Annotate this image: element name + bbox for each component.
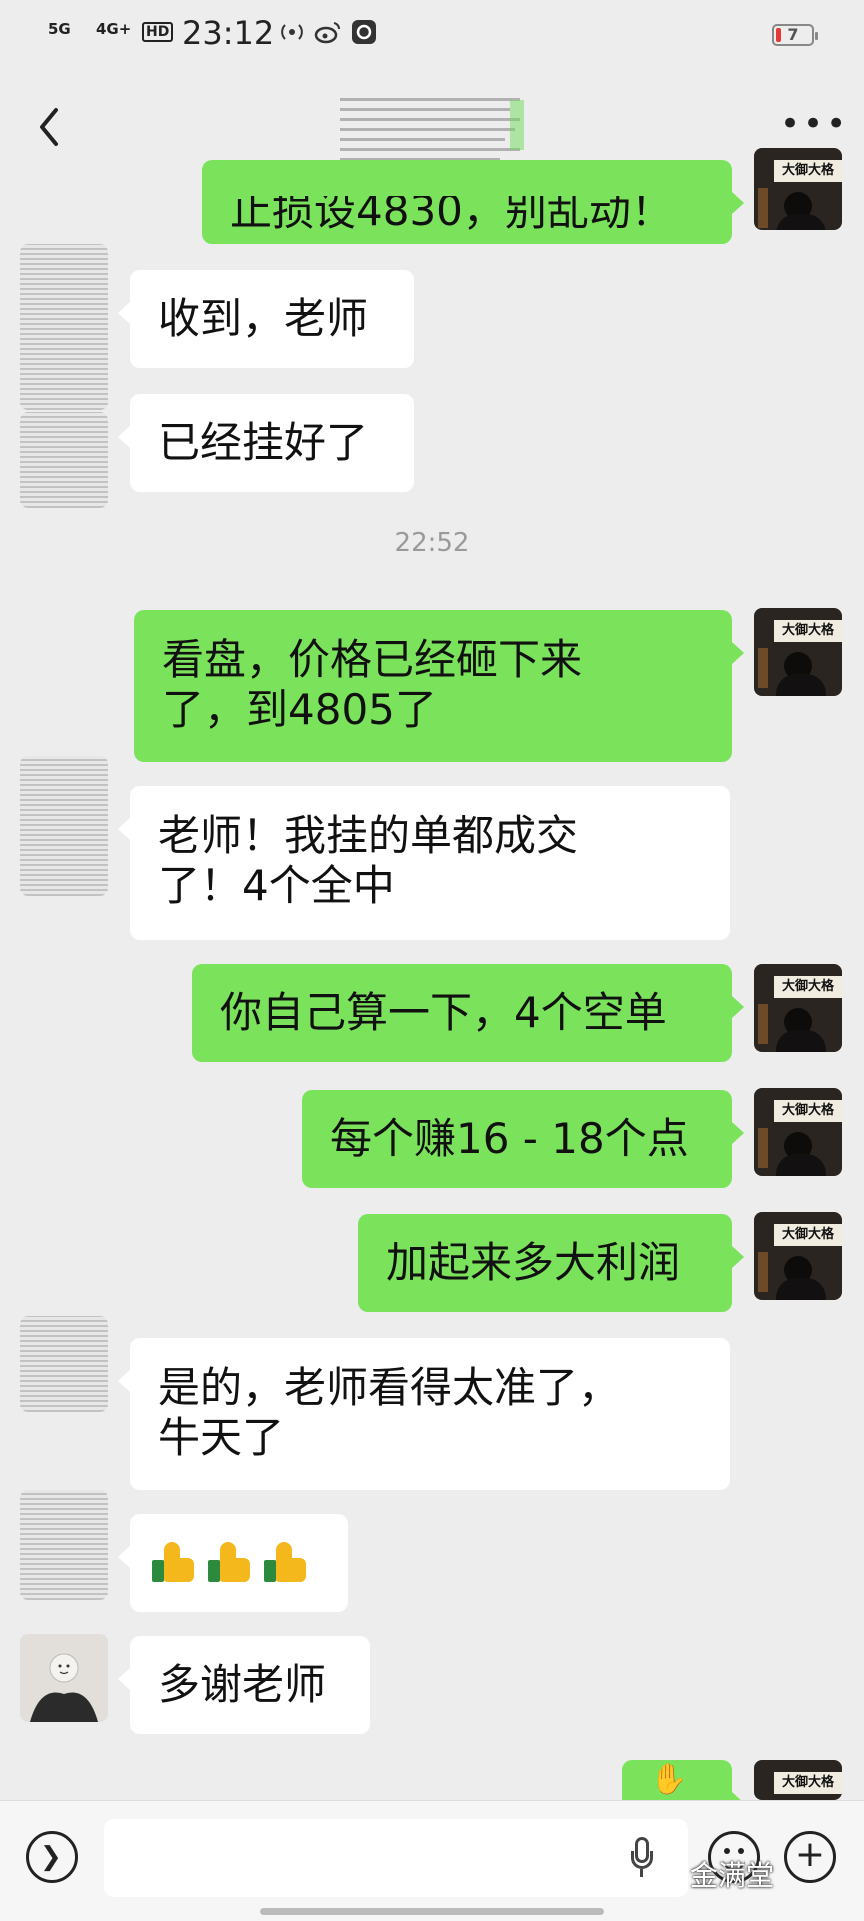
message-bubble-incoming[interactable]: 多谢老师: [118, 1636, 370, 1734]
message-bubble-outgoing[interactable]: 止损设4830，别乱动！: [202, 160, 744, 244]
message-text: 收到，老师: [158, 294, 369, 343]
qq-app-icon: [352, 20, 376, 44]
thumbs-up-icon: [264, 1540, 310, 1586]
message-text: 加起来多大利润: [386, 1238, 681, 1287]
message-text: 每个赚16 - 18个点: [330, 1114, 689, 1163]
weibo-icon: [314, 22, 341, 44]
chat-title-redacted: [340, 98, 524, 161]
contact-avatar[interactable]: [20, 1490, 108, 1600]
avatar-sign-text: 大御大格: [774, 160, 842, 182]
battery-icon: 7: [772, 24, 818, 46]
message-text: 多谢老师: [158, 1660, 327, 1709]
contact-avatar[interactable]: [20, 412, 108, 508]
message-text: 你自己算一下，4个空单: [220, 988, 667, 1037]
contact-avatar[interactable]: [20, 756, 108, 896]
home-indicator[interactable]: [260, 1908, 604, 1915]
hd-label: HD: [142, 22, 174, 42]
message-bubble-incoming[interactable]: 是的，老师看得太准了，牛天了: [118, 1338, 730, 1490]
battery-level: 7: [787, 25, 799, 44]
avatar-sign-text: 大御大格: [774, 976, 842, 998]
message-bubble-incoming[interactable]: 已经挂好了: [118, 394, 414, 492]
message-text: 看盘，价格已经砸下来了，到4805了: [162, 635, 583, 734]
contact-avatar[interactable]: [20, 1634, 108, 1722]
chat-timestamp: 22:52: [394, 528, 470, 558]
my-avatar[interactable]: 大御大格: [754, 1212, 842, 1300]
hotspot-icon: [281, 24, 303, 40]
my-avatar[interactable]: 大御大格: [754, 1760, 842, 1800]
voice-input-button[interactable]: ❯: [26, 1831, 78, 1883]
message-input[interactable]: [104, 1819, 688, 1897]
message-bubble-outgoing[interactable]: 每个赚16 - 18个点: [302, 1090, 744, 1188]
message-bubble-incoming[interactable]: 收到，老师: [118, 270, 414, 368]
hands-avatar-icon: [30, 1653, 98, 1722]
message-text: 是的，老师看得太准了，牛天了: [158, 1363, 621, 1462]
watermark: 金满堂: [690, 1859, 775, 1892]
message-bubble-outgoing[interactable]: 加起来多大利润: [358, 1214, 744, 1312]
avatar-sign-text: 大御大格: [774, 1224, 842, 1246]
hand-emoji-icon: ✋: [650, 1762, 688, 1797]
more-options-icon[interactable]: •••: [780, 107, 849, 141]
contact-avatar[interactable]: [20, 244, 108, 410]
signal-4g-label: 4G+: [96, 20, 132, 38]
signal-5g-label: 5G: [48, 20, 71, 38]
clock: 23:12: [182, 14, 275, 52]
my-avatar[interactable]: 大御大格: [754, 964, 842, 1052]
thumbs-up-icon: [152, 1540, 198, 1586]
voice-icon: ❯: [40, 1842, 62, 1872]
message-text: 老师！我挂的单都成交了！4个全中: [158, 811, 579, 910]
message-bubble-outgoing-partial[interactable]: ✋: [622, 1760, 744, 1814]
avatar-sign-text: 大御大格: [774, 1100, 842, 1122]
my-avatar[interactable]: 大御大格: [754, 1088, 842, 1176]
back-arrow-icon[interactable]: [30, 102, 70, 152]
message-text: 止损设4830，别乱动！: [230, 196, 673, 232]
contact-avatar[interactable]: [20, 1316, 108, 1412]
my-avatar[interactable]: 大御大格: [754, 608, 842, 696]
microphone-icon[interactable]: [630, 1837, 654, 1881]
message-bubble-outgoing[interactable]: 看盘，价格已经砸下来了，到4805了: [134, 610, 744, 762]
more-actions-button[interactable]: +: [784, 1831, 836, 1883]
thumbs-up-icon: [208, 1540, 254, 1586]
message-text: 已经挂好了: [158, 418, 369, 467]
avatar-sign-text: 大御大格: [774, 1772, 842, 1794]
message-bubble-incoming[interactable]: 老师！我挂的单都成交了！4个全中: [118, 786, 730, 940]
message-bubble-outgoing[interactable]: 你自己算一下，4个空单: [192, 964, 744, 1062]
message-bubble-incoming[interactable]: [118, 1514, 348, 1612]
status-bar: 5G 4G+ HD 23:12 7: [0, 0, 864, 70]
avatar-sign-text: 大御大格: [774, 620, 842, 642]
